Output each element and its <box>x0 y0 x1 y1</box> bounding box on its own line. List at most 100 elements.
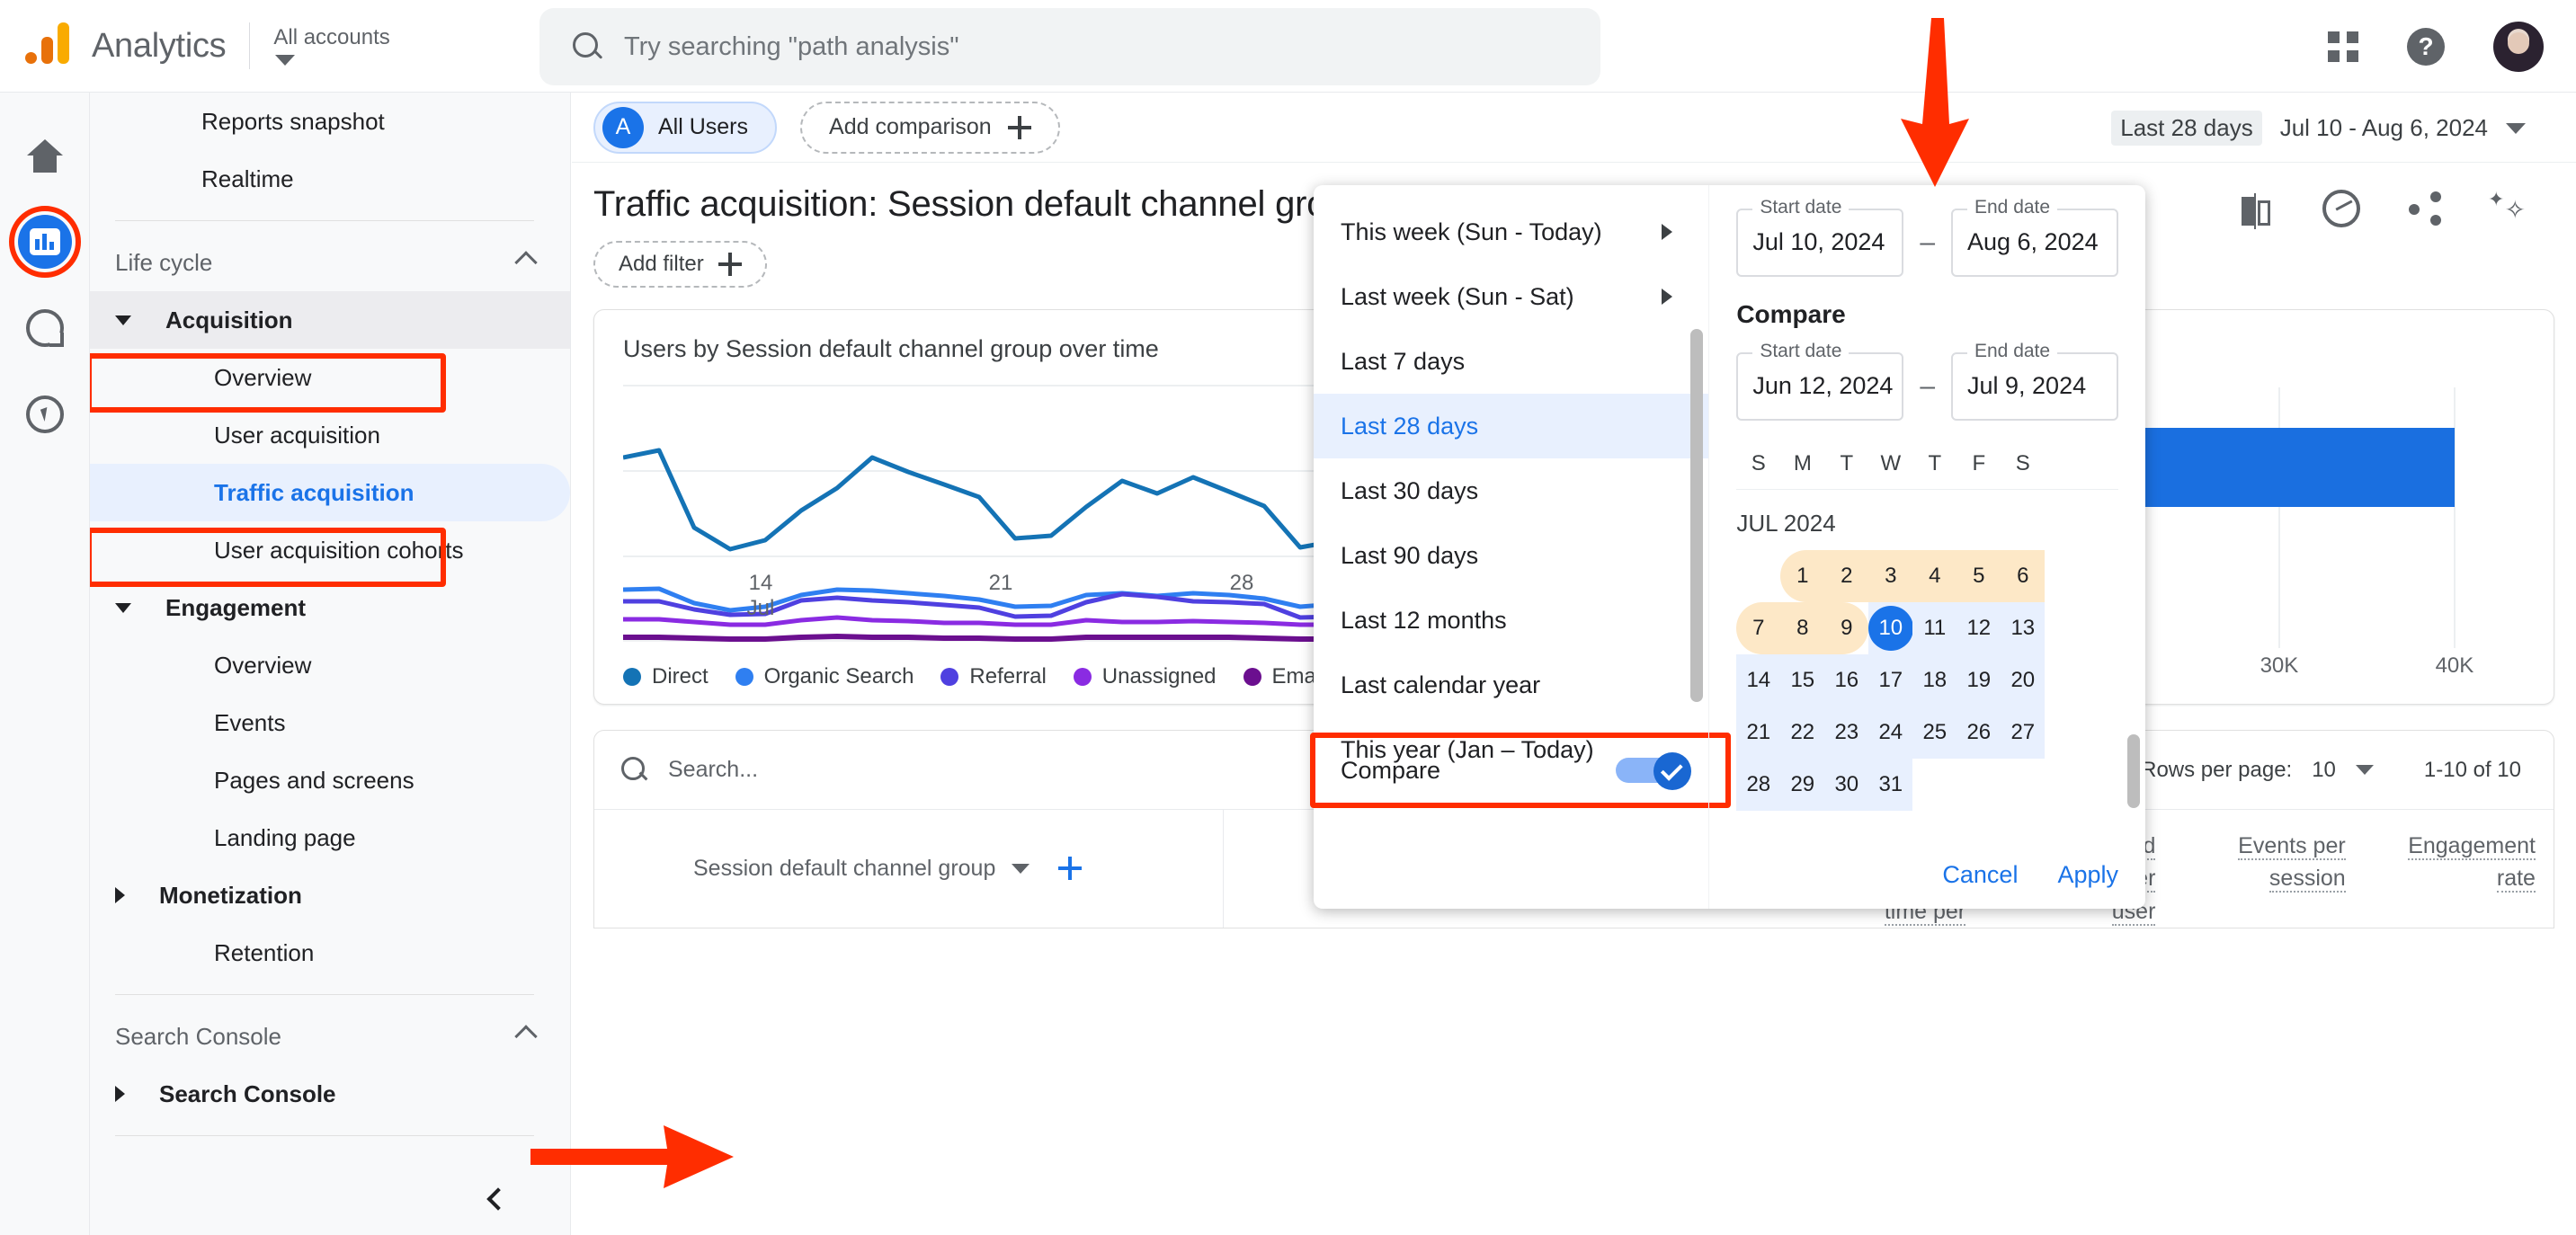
compare-toggle-row[interactable]: Compare <box>1314 738 1727 803</box>
range-separator: – <box>1920 371 1935 401</box>
column-header-engagement-rate[interactable]: Engagement rate <box>2364 810 2554 928</box>
preset-last-week[interactable]: Last week (Sun - Sat) <box>1314 264 1708 329</box>
primary-end-date-field[interactable]: End date Aug 6, 2024 <box>1951 197 2118 277</box>
preset-last-calendar-year[interactable]: Last calendar year <box>1314 653 1708 717</box>
help-icon[interactable]: ? <box>2407 27 2445 66</box>
legend-item[interactable]: Organic Search <box>735 664 914 689</box>
calendar-day[interactable]: 26 <box>1957 706 2001 759</box>
sidebar-item-overview-eng[interactable]: Overview <box>90 636 570 694</box>
preset-list-scrollbar[interactable] <box>1690 329 1704 702</box>
sidebar-group-label: Acquisition <box>165 306 293 333</box>
calendar-day[interactable]: 23 <box>1824 706 1869 759</box>
chevron-down-icon[interactable] <box>2355 765 2374 775</box>
account-selector[interactable]: All accounts <box>273 26 390 66</box>
preset-last-30-days[interactable]: Last 30 days <box>1314 458 1708 523</box>
preset-this-week[interactable]: This week (Sun - Today) <box>1314 200 1708 264</box>
calendar-day[interactable]: 24 <box>1868 706 1913 759</box>
apply-button[interactable]: Apply <box>2057 861 2118 889</box>
legend-item[interactable]: Direct <box>623 664 709 689</box>
rail-item-reports[interactable] <box>8 206 81 278</box>
compare-start-date-field[interactable]: Start date Jun 12, 2024 <box>1736 341 1904 421</box>
primary-date-fields: Start date Jul 10, 2024 – End date Aug 6… <box>1736 197 2118 277</box>
cancel-button[interactable]: Cancel <box>1942 861 2018 889</box>
calendar-day[interactable]: 29 <box>1780 759 1825 811</box>
legend-item[interactable]: Unassigned <box>1073 664 1217 689</box>
rail-item-explore[interactable] <box>18 301 72 355</box>
dimension-selector[interactable]: Session default channel group <box>594 810 1224 928</box>
collapse-sidebar-button[interactable] <box>480 1181 516 1217</box>
sidebar-section-life-cycle[interactable]: Life cycle <box>90 234 570 291</box>
sidebar-item-user-acquisition-cohorts[interactable]: User acquisition cohorts <box>90 521 570 579</box>
sidebar-section-search-console[interactable]: Search Console <box>90 1008 570 1065</box>
preset-last-28-days[interactable]: Last 28 days <box>1314 394 1709 458</box>
avatar[interactable] <box>2493 21 2544 72</box>
sidebar-item-user-acquisition[interactable]: User acquisition <box>90 406 570 464</box>
chevron-down-icon[interactable] <box>1012 863 1030 874</box>
preset-last-7-days[interactable]: Last 7 days <box>1314 329 1708 394</box>
rail-item-home[interactable] <box>18 129 72 182</box>
calendar-day[interactable]: 4 <box>1912 550 1957 602</box>
sidebar-item-landing-page[interactable]: Landing page <box>90 809 570 866</box>
calendar-day[interactable]: 14 <box>1736 654 1781 706</box>
table-search-input[interactable]: Search... <box>668 757 758 783</box>
global-search[interactable] <box>539 8 1600 85</box>
ai-insights-icon[interactable] <box>2488 188 2526 227</box>
rail-item-advertising[interactable] <box>18 387 72 441</box>
calendar-day[interactable]: 17 <box>1868 654 1913 706</box>
calendar-day[interactable]: 18 <box>1912 654 1957 706</box>
sidebar-item-reports-snapshot[interactable]: Reports snapshot <box>90 93 570 150</box>
calendar-day[interactable]: 7 <box>1736 602 1781 654</box>
calendar-day[interactable]: 27 <box>2001 706 2046 759</box>
comparison-chip-all-users[interactable]: A All Users <box>593 101 778 154</box>
compare-toggle-switch[interactable] <box>1616 752 1691 790</box>
calendar-scrollbar[interactable] <box>2127 734 2140 808</box>
primary-start-date-field[interactable]: Start date Jul 10, 2024 <box>1736 197 1904 277</box>
add-dimension-icon[interactable] <box>1058 857 1083 881</box>
calendar-day[interactable]: 9 <box>1824 602 1869 654</box>
insights-icon[interactable] <box>2322 190 2360 227</box>
calendar-day[interactable]: 2 <box>1824 550 1869 602</box>
preset-last-12-months[interactable]: Last 12 months <box>1314 588 1708 653</box>
calendar-day[interactable]: 25 <box>1912 706 1957 759</box>
calendar-day[interactable]: 22 <box>1780 706 1825 759</box>
sidebar-item-overview-acq[interactable]: Overview <box>90 349 570 406</box>
calendar-day[interactable]: 31 <box>1868 759 1913 811</box>
calendar-day[interactable]: 12 <box>1957 602 2001 654</box>
sidebar-group-engagement[interactable]: Engagement <box>90 579 570 636</box>
calendar-day[interactable]: 30 <box>1824 759 1869 811</box>
calendar-day[interactable]: 6 <box>2001 550 2046 602</box>
calendar-day[interactable]: 5 <box>1957 550 2001 602</box>
sidebar-group-monetization[interactable]: Monetization <box>90 866 570 924</box>
sidebar-item-traffic-acquisition[interactable]: Traffic acquisition <box>90 464 570 521</box>
calendar-day[interactable]: 19 <box>1957 654 2001 706</box>
calendar-day[interactable]: 11 <box>1912 602 1957 654</box>
search-input[interactable] <box>624 31 1433 62</box>
legend-item[interactable]: Referral <box>940 664 1047 689</box>
calendar-day-selected-start[interactable]: 10 <box>1867 602 1913 654</box>
calendar-day[interactable]: 28 <box>1736 759 1781 811</box>
calendar-day[interactable]: 15 <box>1780 654 1825 706</box>
sidebar-item-retention[interactable]: Retention <box>90 924 570 982</box>
compare-view-icon[interactable] <box>2240 190 2277 229</box>
calendar-day[interactable]: 8 <box>1780 602 1825 654</box>
date-range-selector[interactable]: Last 28 days Jul 10 - Aug 6, 2024 <box>2111 111 2526 146</box>
sidebar-group-search-console[interactable]: Search Console <box>90 1065 570 1123</box>
sidebar-item-pages-and-screens[interactable]: Pages and screens <box>90 751 570 809</box>
rows-per-page-value[interactable]: 10 <box>2312 758 2336 783</box>
sidebar-group-acquisition[interactable]: Acquisition <box>90 291 570 349</box>
calendar-day[interactable]: 13 <box>2001 602 2046 654</box>
calendar-day[interactable]: 21 <box>1736 706 1781 759</box>
apps-grid-icon[interactable] <box>2328 31 2358 62</box>
calendar-day[interactable]: 1 <box>1780 550 1825 602</box>
calendar-day[interactable]: 16 <box>1824 654 1869 706</box>
preset-last-90-days[interactable]: Last 90 days <box>1314 523 1708 588</box>
calendar-day[interactable]: 3 <box>1868 550 1913 602</box>
share-icon[interactable] <box>2405 190 2443 227</box>
add-comparison-button[interactable]: Add comparison <box>800 101 1060 154</box>
add-filter-button[interactable]: Add filter <box>593 241 767 288</box>
sidebar-item-events[interactable]: Events <box>90 694 570 751</box>
sidebar-item-realtime[interactable]: Realtime <box>90 150 570 208</box>
calendar-day[interactable]: 20 <box>2001 654 2046 706</box>
compare-end-date-field[interactable]: End date Jul 9, 2024 <box>1951 341 2118 421</box>
column-header-events-per-session[interactable]: Events per session <box>2173 810 2363 928</box>
